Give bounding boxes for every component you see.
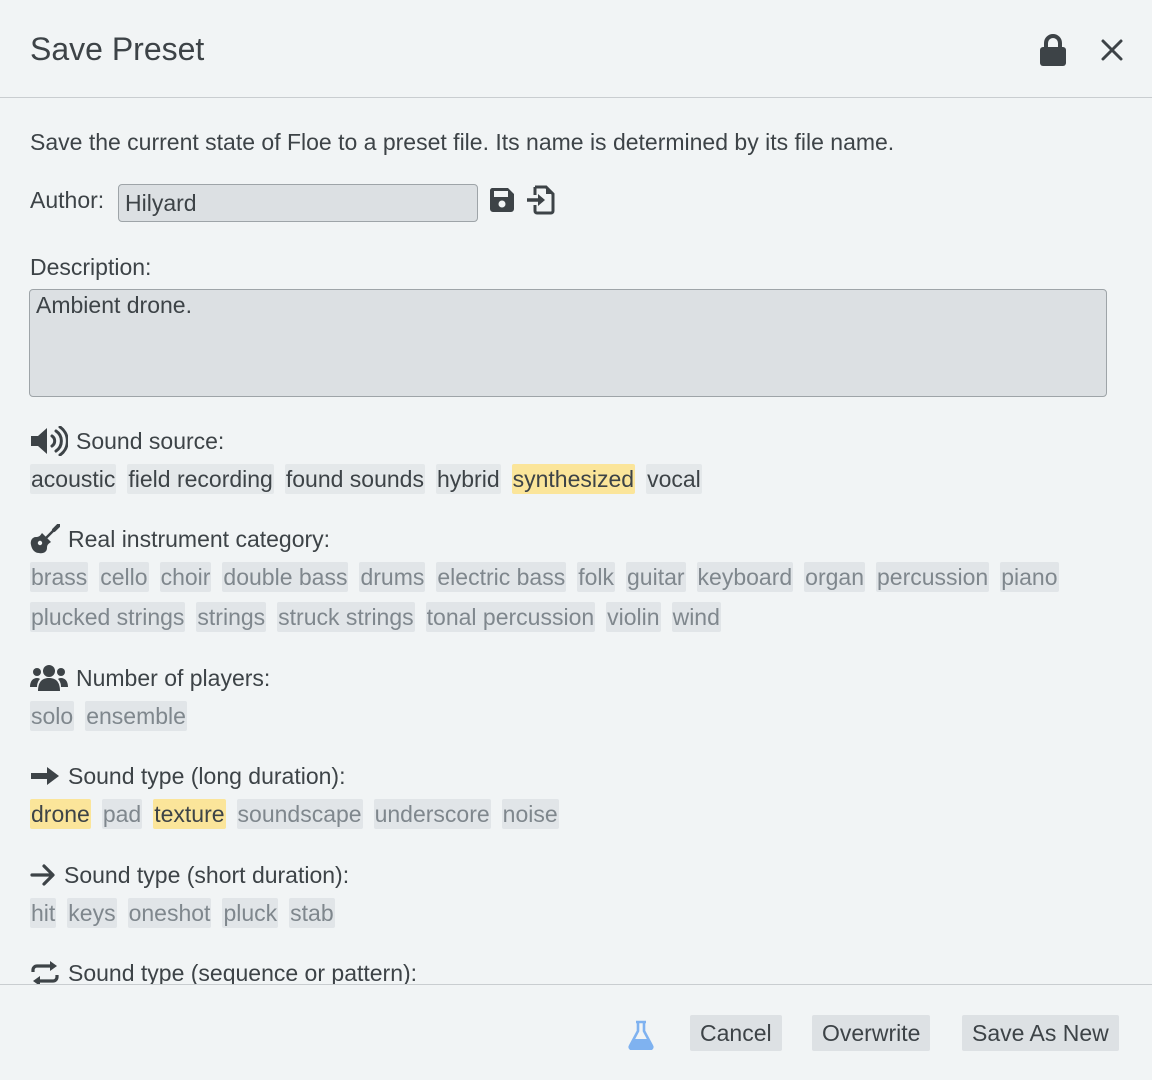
tag-list: acoustic field recording found sounds hybri… xyxy=(30,464,1080,494)
description-input[interactable]: Ambient drone. xyxy=(29,289,1107,397)
tag-choir[interactable]: choir xyxy=(159,562,212,592)
dialog-title: Save Preset xyxy=(30,31,205,67)
description-label: Description: xyxy=(30,254,152,280)
author-input[interactable] xyxy=(118,184,478,222)
file-import-icon[interactable] xyxy=(526,185,556,215)
guitar-icon xyxy=(30,524,60,554)
tag-list: solo ensemble xyxy=(30,701,1080,731)
tag-list: brass cello choir double bass drums electric … xyxy=(30,562,1080,632)
tag-strings[interactable]: strings xyxy=(196,602,267,632)
tag-oneshot[interactable]: oneshot xyxy=(127,898,212,928)
tag-list: drone pad texture soundscape underscore noise xyxy=(30,799,1080,829)
section-sound-type-long: Sound type (long duration): drone pad text… xyxy=(30,761,1080,829)
tag-keyboard[interactable]: keyboard xyxy=(696,562,794,592)
arrow-right-icon xyxy=(30,864,55,886)
dialog-body: Save the current state of Floe to a pres… xyxy=(0,99,1152,984)
tag-struck-strings[interactable]: struck strings xyxy=(277,602,415,632)
tag-underscore[interactable]: underscore xyxy=(373,799,491,829)
arrow-right-bold-icon xyxy=(31,767,59,785)
tag-percussion[interactable]: percussion xyxy=(876,562,990,592)
tag-acoustic[interactable]: acoustic xyxy=(30,464,117,494)
tag-folk[interactable]: folk xyxy=(577,562,615,592)
tag-hybrid[interactable]: hybrid xyxy=(435,464,501,494)
tag-found-sounds[interactable]: found sounds xyxy=(284,464,425,494)
tag-drone[interactable]: drone xyxy=(30,799,91,829)
tag-pad[interactable]: pad xyxy=(101,799,143,829)
cancel-button[interactable]: Cancel xyxy=(690,1015,782,1051)
users-icon xyxy=(30,665,68,691)
section-label: Sound type (sequence or pattern): xyxy=(68,959,418,985)
section-label: Number of players: xyxy=(76,664,271,691)
section-instrument-category: Real instrument category: brass cello choi… xyxy=(30,524,1080,632)
tag-stab[interactable]: stab xyxy=(289,898,335,928)
tag-organ[interactable]: organ xyxy=(804,562,865,592)
save-preset-dialog: Save Preset Save the current state of Fl… xyxy=(0,0,1152,1080)
tag-keys[interactable]: keys xyxy=(67,898,117,928)
floppy-disk-icon[interactable] xyxy=(489,187,515,213)
tag-brass[interactable]: brass xyxy=(30,562,89,592)
tag-tonal-percussion[interactable]: tonal percussion xyxy=(425,602,596,632)
section-label: Sound type (long duration): xyxy=(68,762,346,789)
tag-hit[interactable]: hit xyxy=(30,898,57,928)
overwrite-button[interactable]: Overwrite xyxy=(812,1015,931,1051)
section-number-of-players: Number of players: solo ensemble xyxy=(30,663,1080,731)
tag-wind[interactable]: wind xyxy=(671,602,721,632)
tag-synthesized[interactable]: synthesized xyxy=(511,464,636,494)
dialog-header: Save Preset xyxy=(0,0,1152,98)
repeat-icon xyxy=(31,961,59,984)
section-sound-type-short: Sound type (short duration): hit keys ones… xyxy=(30,860,1080,928)
tag-pluck[interactable]: pluck xyxy=(222,898,279,928)
tag-double-bass[interactable]: double bass xyxy=(222,562,349,592)
tag-cello[interactable]: cello xyxy=(99,562,149,592)
tag-drums[interactable]: drums xyxy=(359,562,426,592)
section-label: Sound source: xyxy=(76,427,225,454)
section-sound-source: Sound source: acoustic field recording fou… xyxy=(30,426,1080,494)
tag-field-recording[interactable]: field recording xyxy=(127,464,274,494)
tag-plucked-strings[interactable]: plucked strings xyxy=(30,602,186,632)
tag-soundscape[interactable]: soundscape xyxy=(236,799,363,829)
section-label: Sound type (short duration): xyxy=(64,861,350,888)
lock-icon[interactable] xyxy=(1038,34,1068,66)
tag-ensemble[interactable]: ensemble xyxy=(85,701,187,731)
tag-solo[interactable]: solo xyxy=(30,701,75,731)
section-sound-type-sequence: Sound type (sequence or pattern): xyxy=(30,958,417,984)
tag-list: hit keys oneshot pluck stab xyxy=(30,898,1080,928)
tag-piano[interactable]: piano xyxy=(1000,562,1059,592)
tag-violin[interactable]: violin xyxy=(606,602,661,632)
tag-electric-bass[interactable]: electric bass xyxy=(436,562,567,592)
volume-icon xyxy=(31,426,68,456)
tag-guitar[interactable]: guitar xyxy=(626,562,686,592)
flask-icon[interactable] xyxy=(627,1020,655,1050)
dialog-footer: Cancel Overwrite Save As New xyxy=(0,984,1152,1080)
close-icon[interactable] xyxy=(1100,38,1124,62)
tag-noise[interactable]: noise xyxy=(501,799,559,829)
tag-vocal[interactable]: vocal xyxy=(646,464,702,494)
save-as-new-button[interactable]: Save As New xyxy=(962,1015,1119,1051)
section-label: Real instrument category: xyxy=(68,525,331,552)
author-label: Author: xyxy=(30,187,105,213)
tag-texture[interactable]: texture xyxy=(153,799,226,829)
intro-text: Save the current state of Floe to a pres… xyxy=(30,129,895,155)
